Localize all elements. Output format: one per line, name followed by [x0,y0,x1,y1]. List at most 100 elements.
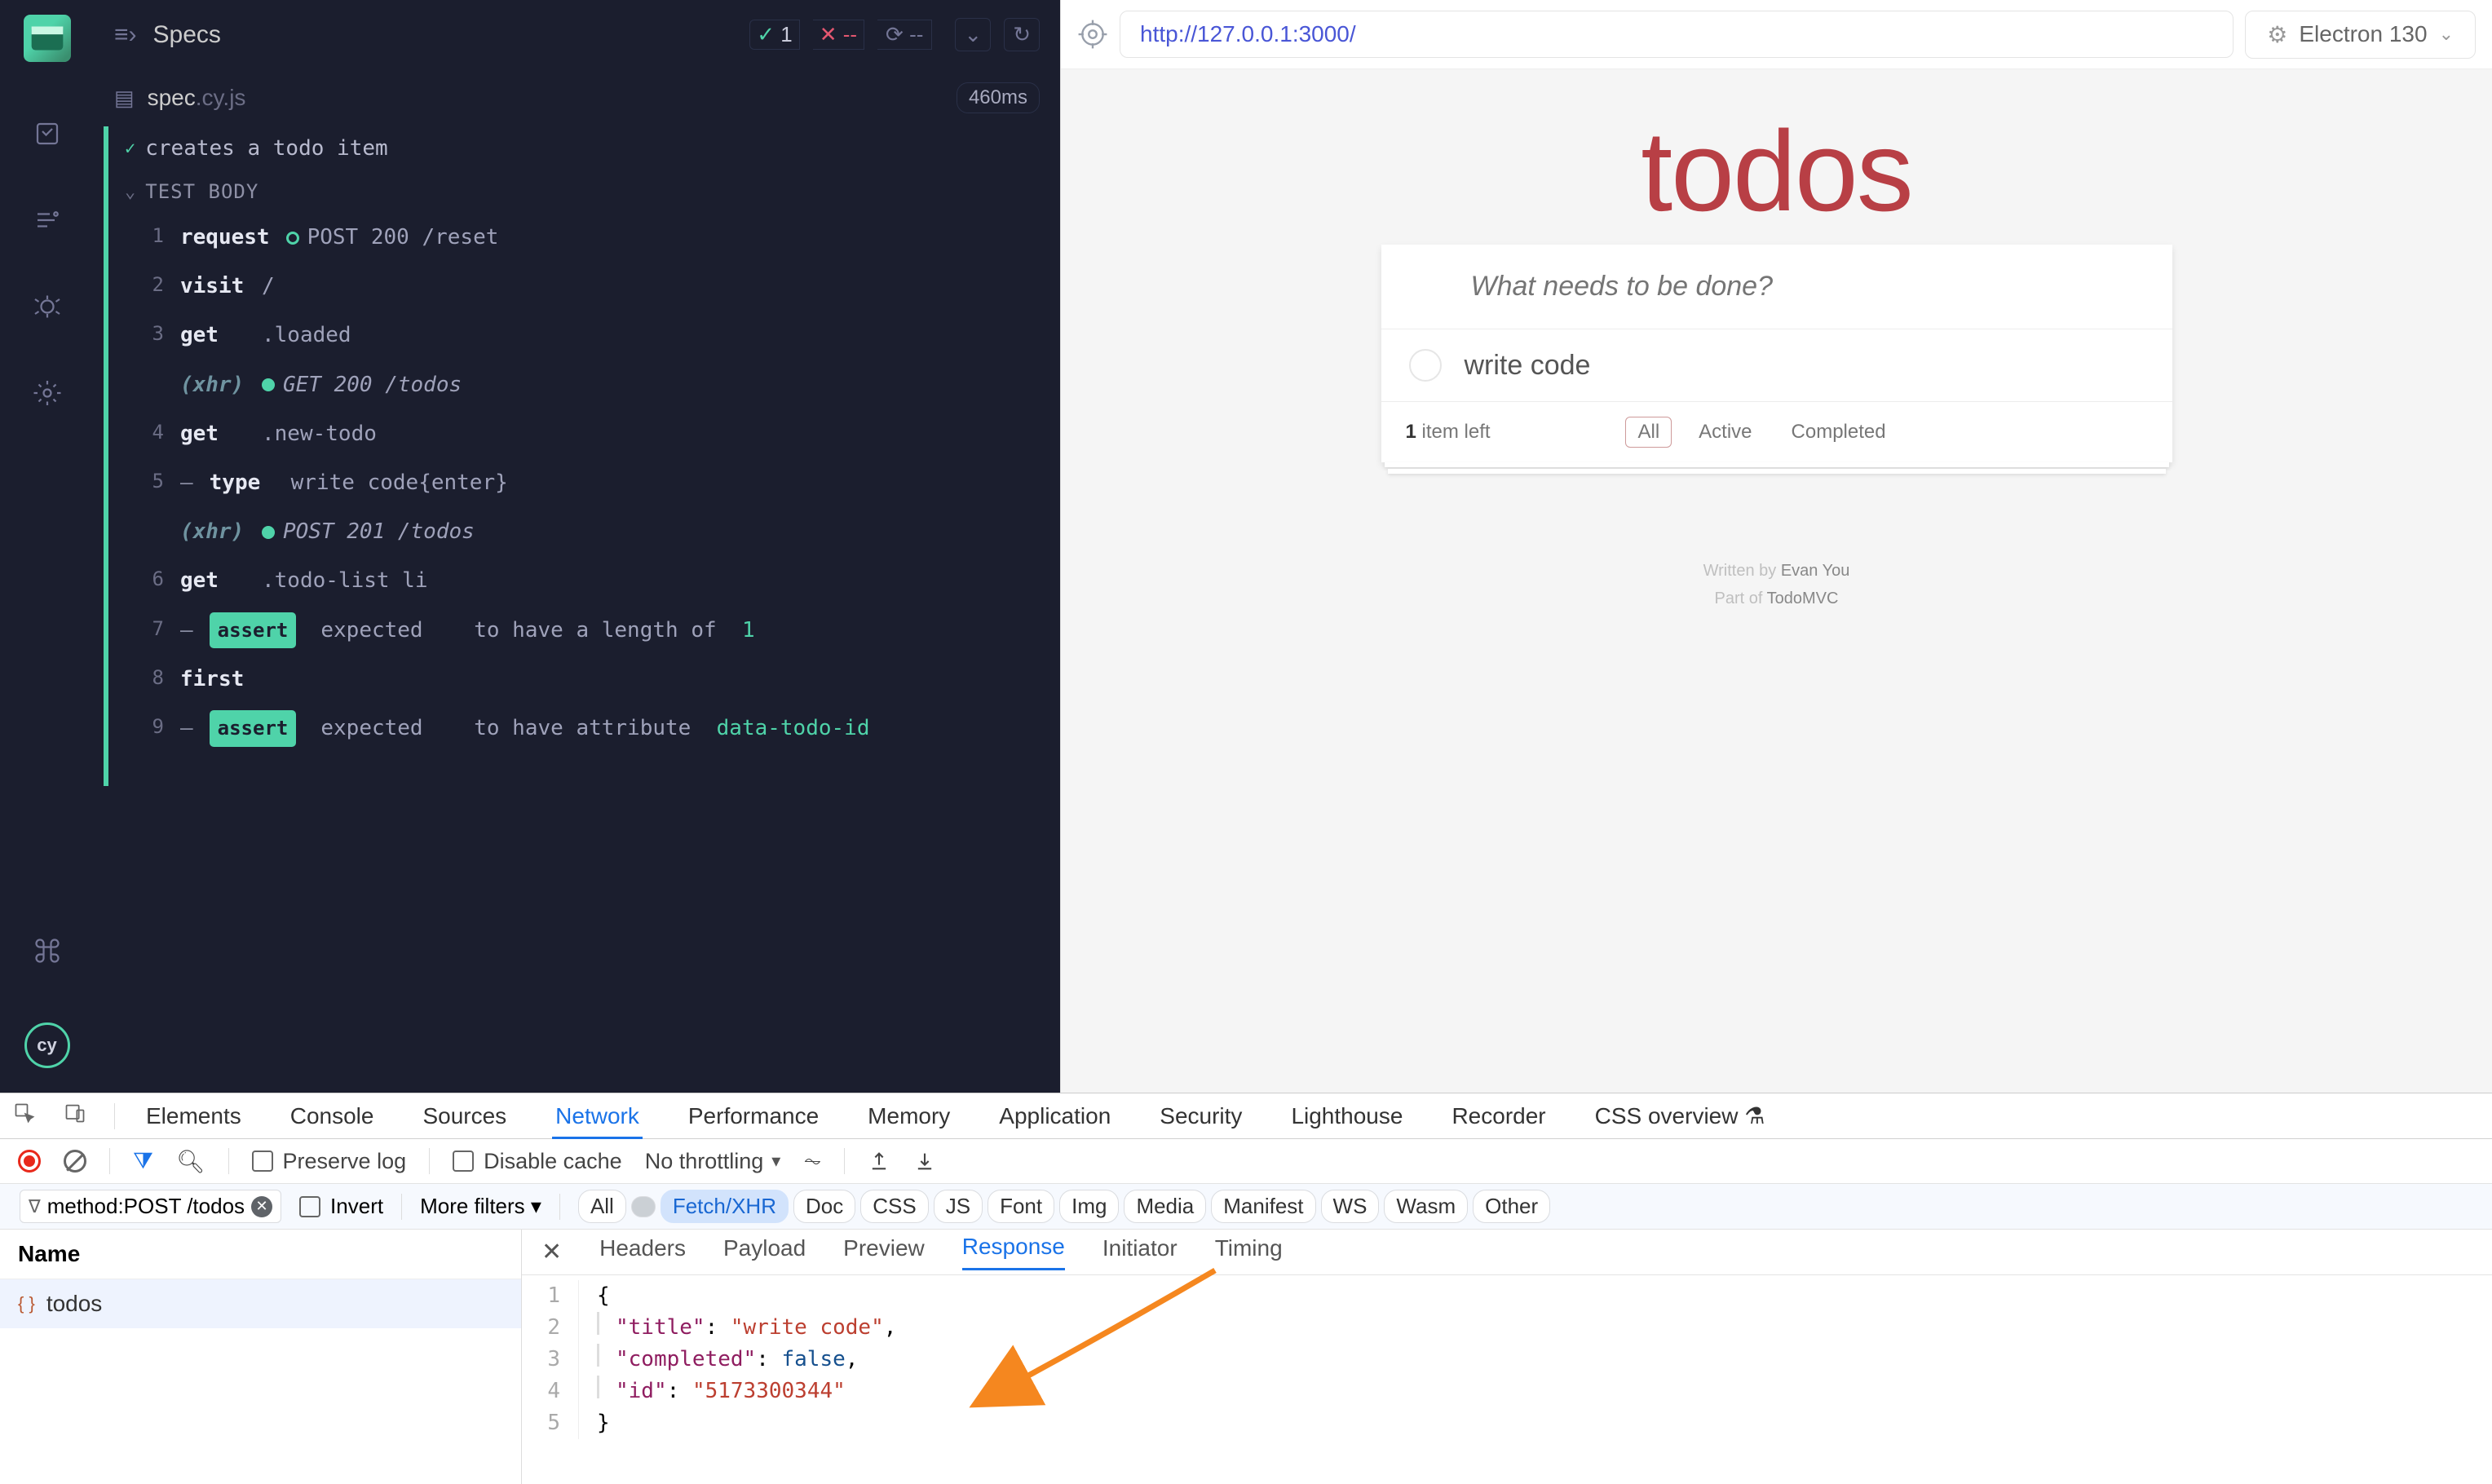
network-filter-bar: ∇ method:POST /todos ✕ Invert More filte… [0,1184,2492,1230]
filter-toggle-icon[interactable]: ⧩ [133,1148,153,1175]
download-icon[interactable] [913,1150,936,1173]
inspect-element-icon[interactable] [13,1102,36,1130]
reload-button[interactable]: ↻ [1004,18,1040,51]
request-row[interactable]: { } todos [0,1279,521,1328]
throttling-select[interactable]: No throttling▾ [645,1149,781,1174]
sidebar-settings-icon[interactable] [33,378,62,408]
command-row[interactable]: 2visit/ [108,262,1060,311]
url-input[interactable]: http://127.0.0.1:3000/ [1120,11,2234,58]
tab-lighthouse[interactable]: Lighthouse [1288,1103,1406,1129]
search-icon[interactable]: 🔍︎ [176,1148,205,1175]
tab-performance[interactable]: Performance [685,1103,822,1129]
type-ws[interactable]: WS [1321,1190,1380,1223]
header-title: Specs [153,21,221,49]
wifi-icon[interactable]: ⏦ [803,1148,821,1174]
pass-count: ✓ 1 [749,20,799,50]
spec-duration: 460ms [957,82,1040,113]
cypress-main: ≡› Specs ✓ 1 ✕ -- ⟳ -- ⌄ ↻ ▤ spec.cy.js [94,0,1060,1093]
author-link[interactable]: Evan You [1781,562,1850,580]
aut-toolbar: http://127.0.0.1:3000/ ⚙ Electron 130 ⌄ [1061,0,2492,69]
name-column-header[interactable]: Name [0,1230,521,1279]
sidebar-specs-icon[interactable] [33,119,62,148]
tab-css[interactable]: CSS overview ⚗ [1592,1102,1769,1129]
command-row[interactable]: 7–assertexpected to have a length of 1 [108,606,1060,656]
resp-tab-preview[interactable]: Preview [843,1235,925,1270]
todo-title: todos [1381,114,2172,228]
resp-tab-payload[interactable]: Payload [723,1235,806,1270]
tab-network[interactable]: Network [552,1103,643,1139]
command-row[interactable]: 3get.loaded [108,311,1060,360]
command-row[interactable]: 6get.todo-list li [108,556,1060,605]
sidebar-runs-icon[interactable] [33,205,62,235]
tab-console[interactable]: Console [287,1103,378,1129]
command-log: ✓ creates a todo item ⌄ TEST BODY 1reque… [104,126,1060,786]
tab-sources[interactable]: Sources [419,1103,510,1129]
todo-toggle[interactable] [1409,349,1442,382]
browser-select[interactable]: ⚙ Electron 130 ⌄ [2245,11,2476,59]
selector-target-icon[interactable] [1077,19,1108,50]
aut-viewport: todos write code 1 item left AllActiveCo… [1061,69,2492,1093]
filter-all[interactable]: All [1625,417,1672,448]
tab-memory[interactable]: Memory [864,1103,953,1129]
command-row[interactable]: 5–typewrite code{enter} [108,458,1060,507]
sidebar-debug-icon[interactable] [33,292,62,321]
disable-cache-checkbox[interactable]: Disable cache [453,1149,622,1174]
more-filters[interactable]: More filters ▾ [420,1194,541,1219]
filter-input[interactable]: method:POST /todos [47,1194,245,1219]
new-todo-input[interactable] [1381,245,2172,329]
spec-file-name: spec.cy.js [148,85,246,111]
command-row[interactable]: 8first [108,655,1060,704]
resp-tab-initiator[interactable]: Initiator [1102,1235,1178,1270]
clear-button[interactable] [64,1150,86,1173]
type-wasm[interactable]: Wasm [1384,1190,1468,1223]
type-img[interactable]: Img [1059,1190,1119,1223]
resp-tab-response[interactable]: Response [962,1234,1065,1270]
command-row[interactable]: (xhr)GET 200 /todos [108,360,1060,409]
resp-tab-headers[interactable]: Headers [599,1235,686,1270]
type-media[interactable]: Media [1124,1190,1206,1223]
filter-list: All Active Completed [1491,417,2034,448]
chevron-down-icon: ⌄ [125,182,135,202]
device-toggle-icon[interactable] [64,1102,86,1130]
filter-completed[interactable]: Completed [1779,417,1898,448]
close-icon[interactable]: ✕ [541,1238,562,1266]
type-other[interactable]: Other [1473,1190,1550,1223]
test-body-header[interactable]: ⌄ TEST BODY [108,170,1060,213]
command-row[interactable]: 1requestPOST 200 /reset [108,213,1060,262]
command-row[interactable]: 4get.new-todo [108,409,1060,458]
left-rail: cy [0,0,94,1093]
command-row[interactable]: 9–assertexpected to have attribute data-… [108,704,1060,753]
type-manifest[interactable]: Manifest [1211,1190,1315,1223]
todo-item[interactable]: write code [1381,329,2172,402]
cypress-badge-icon[interactable]: cy [24,1022,70,1068]
preserve-log-checkbox[interactable]: Preserve log [252,1149,407,1174]
command-row[interactable]: (xhr)POST 201 /todos [108,507,1060,556]
chevron-down-icon: ⌄ [2439,24,2454,45]
type-doc[interactable]: Doc [793,1190,855,1223]
test-title-row[interactable]: ✓ creates a todo item [108,126,1060,170]
type-css[interactable]: CSS [860,1190,928,1223]
cypress-logo-icon[interactable] [24,15,71,62]
invert-checkbox[interactable]: Invert [299,1194,383,1219]
type-all[interactable]: All [578,1190,626,1223]
tab-security[interactable]: Security [1156,1103,1245,1129]
response-body[interactable]: 1{2"title": "write code",3"completed": f… [522,1275,2492,1444]
network-toolbar: ⧩ 🔍︎ Preserve log Disable cache No throt… [0,1139,2492,1184]
type-fetchxhr[interactable]: Fetch/XHR [661,1190,789,1223]
record-button[interactable] [18,1150,41,1173]
tab-recorder[interactable]: Recorder [1448,1103,1549,1129]
clear-filter-icon[interactable]: ✕ [251,1196,272,1217]
expand-toggle[interactable]: ⌄ [955,18,991,51]
tab-elements[interactable]: Elements [143,1103,245,1129]
spec-bar[interactable]: ▤ spec.cy.js 460ms [94,69,1060,126]
type-js[interactable]: JS [934,1190,983,1223]
fail-count: ✕ -- [813,20,864,50]
specs-menu-icon[interactable]: ≡› [114,21,137,49]
type-font[interactable]: Font [988,1190,1054,1223]
tab-application[interactable]: Application [996,1103,1114,1129]
resp-tab-timing[interactable]: Timing [1215,1235,1283,1270]
command-key-icon[interactable] [33,936,62,965]
todomvc-link[interactable]: TodoMVC [1767,590,1839,607]
upload-icon[interactable] [868,1150,890,1173]
filter-active[interactable]: Active [1686,417,1764,448]
